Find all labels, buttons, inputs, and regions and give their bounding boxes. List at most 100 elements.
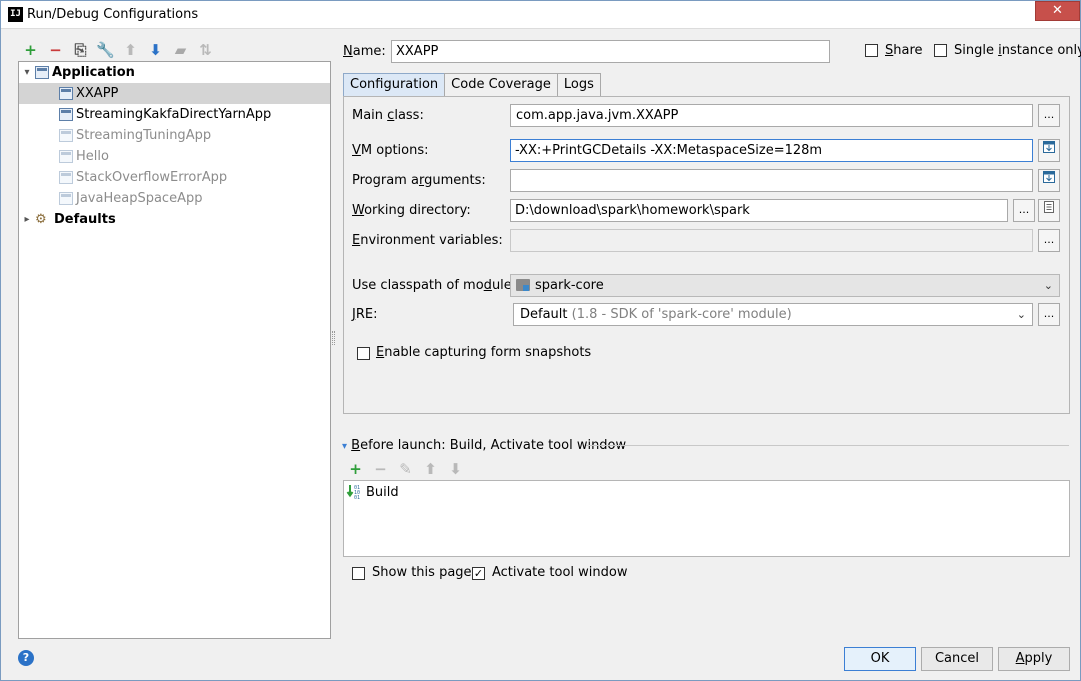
tree-item-hello[interactable]: Hello: [19, 146, 330, 167]
expand-editor-icon: [1043, 171, 1055, 183]
working-directory-label: Working directory:: [352, 203, 471, 218]
window-title: Run/Debug Configurations: [27, 7, 199, 22]
jre-label: JRE:: [352, 307, 378, 322]
before-launch-item-build[interactable]: 01 10 01 Build: [346, 483, 399, 501]
temporary-config-icon: [59, 192, 73, 205]
tree-item-streamingkakfadirectyarnapp[interactable]: StreamingKakfaDirectYarnApp: [19, 104, 330, 125]
tab-logs[interactable]: Logs: [556, 73, 601, 97]
activate-tool-window-label[interactable]: Activate tool window: [492, 565, 627, 580]
move-down-icon[interactable]: ⬇: [143, 39, 168, 61]
close-button[interactable]: ✕: [1035, 1, 1080, 21]
configurations-tree[interactable]: ▾ Application XXAPP StreamingKakfaDirect…: [18, 61, 331, 639]
tree-item-label: JavaHeapSpaceApp: [76, 191, 203, 206]
edit-icon[interactable]: ✎: [393, 458, 418, 480]
enable-snapshots-label[interactable]: Enable capturing form snapshots: [376, 345, 591, 360]
program-arguments-input[interactable]: [510, 169, 1033, 192]
jre-hint: (1.8 - SDK of 'spark-core' module): [571, 307, 792, 322]
config-tabs: Configuration Code Coverage Logs: [343, 73, 601, 97]
expand-arrow-icon[interactable]: ▾: [19, 67, 35, 78]
tree-node-application[interactable]: ▾ Application: [19, 62, 330, 83]
classpath-module-label: Use classpath of module:: [352, 278, 517, 293]
intellij-icon: IJ: [8, 7, 23, 22]
temporary-config-icon: [59, 129, 73, 142]
tab-configuration[interactable]: Configuration: [343, 73, 446, 97]
vm-options-input[interactable]: -XX:+PrintGCDetails -XX:MetaspaceSize=12…: [510, 139, 1033, 162]
single-instance-checkbox[interactable]: [934, 44, 947, 57]
main-class-input[interactable]: com.app.java.jvm.XXAPP: [510, 104, 1033, 127]
copy-icon[interactable]: ⎘: [68, 39, 93, 61]
module-badge-icon: [523, 285, 529, 291]
main-class-browse-button[interactable]: ...: [1038, 104, 1060, 127]
working-directory-browse-button[interactable]: ...: [1013, 199, 1035, 222]
move-up-icon[interactable]: ⬆: [118, 39, 143, 61]
expand-editor-icon: [1043, 141, 1055, 153]
application-config-icon: [59, 108, 73, 121]
apply-button[interactable]: Apply: [998, 647, 1070, 671]
working-directory-macro-button[interactable]: [1038, 199, 1060, 222]
show-this-page-checkbox[interactable]: [352, 567, 365, 580]
tree-item-javaheapspaceapp[interactable]: JavaHeapSpaceApp: [19, 188, 330, 209]
before-launch-toolbar: + − ✎ ⬆ ⬇: [343, 458, 468, 480]
add-icon[interactable]: +: [18, 39, 43, 61]
main-class-label: Main class:: [352, 108, 424, 123]
jre-browse-button[interactable]: ...: [1038, 303, 1060, 326]
tree-node-label: Application: [52, 65, 135, 80]
jre-select[interactable]: Default (1.8 - SDK of 'spark-core' modul…: [513, 303, 1033, 326]
build-icon: 01 10 01: [346, 484, 362, 501]
tree-item-streamingtuningapp[interactable]: StreamingTuningApp: [19, 125, 330, 146]
tab-code-coverage[interactable]: Code Coverage: [444, 73, 558, 97]
temporary-config-icon: [59, 171, 73, 184]
run-debug-configurations-dialog: IJ Run/Debug Configurations ✕ + − ⎘ 🔧 ⬆ ⬇ ▰ ⇅ ▾…: [0, 0, 1081, 681]
sort-icon[interactable]: ⇅: [193, 39, 218, 61]
enable-snapshots-checkbox[interactable]: [357, 347, 370, 360]
classpath-module-value: spark-core: [535, 278, 604, 293]
ok-button[interactable]: OK: [844, 647, 916, 671]
tree-item-stackoverflowerrorapp[interactable]: StackOverflowErrorApp: [19, 167, 330, 188]
splitter-handle[interactable]: [332, 331, 335, 345]
name-input[interactable]: XXAPP: [391, 40, 830, 63]
remove-icon[interactable]: −: [368, 458, 393, 480]
add-icon[interactable]: +: [343, 458, 368, 480]
tree-item-label: Hello: [76, 149, 109, 164]
collapse-arrow-icon: ▾: [342, 441, 348, 452]
environment-variables-browse-button[interactable]: ...: [1038, 229, 1060, 252]
environment-variables-input[interactable]: [510, 229, 1033, 252]
chevron-down-icon: ⌄: [1016, 308, 1026, 321]
move-up-icon[interactable]: ⬆: [418, 458, 443, 480]
before-launch-divider: [586, 445, 1069, 446]
tree-item-xxapp[interactable]: XXAPP: [19, 83, 330, 104]
remove-icon[interactable]: −: [43, 39, 68, 61]
tree-item-label: StreamingKakfaDirectYarnApp: [76, 107, 272, 122]
configurations-toolbar: + − ⎘ 🔧 ⬆ ⬇ ▰ ⇅: [18, 39, 218, 61]
working-directory-input[interactable]: D:\download\spark\homework\spark: [510, 199, 1008, 222]
tree-item-label: XXAPP: [76, 86, 119, 101]
temporary-config-icon: [59, 150, 73, 163]
before-launch-header[interactable]: ▾ Before launch: Build, Activate tool wi…: [342, 438, 626, 453]
before-launch-list[interactable]: 01 10 01 Build: [343, 480, 1070, 557]
tree-node-label: Defaults: [54, 212, 116, 227]
move-down-icon[interactable]: ⬇: [443, 458, 468, 480]
tree-node-defaults[interactable]: ▸ ⚙ Defaults: [19, 209, 330, 230]
share-label[interactable]: Share: [885, 43, 923, 58]
collapsed-arrow-icon[interactable]: ▸: [19, 214, 35, 225]
application-config-icon: [59, 87, 73, 100]
help-icon[interactable]: ?: [18, 650, 34, 666]
application-icon: [35, 66, 49, 79]
before-launch-item-label: Build: [366, 484, 399, 500]
program-arguments-expand-button[interactable]: [1038, 169, 1060, 192]
folder-icon[interactable]: ▰: [168, 39, 193, 61]
defaults-wrench-icon: ⚙: [35, 211, 47, 227]
vm-options-expand-button[interactable]: [1038, 139, 1060, 162]
single-instance-label[interactable]: Single instance only: [954, 43, 1081, 58]
svg-text:01: 01: [354, 495, 360, 500]
environment-variables-label: Environment variables:: [352, 233, 503, 248]
classpath-module-select[interactable]: spark-core ⌄: [510, 274, 1060, 297]
tree-item-label: StackOverflowErrorApp: [76, 170, 228, 185]
share-checkbox[interactable]: [865, 44, 878, 57]
cancel-button[interactable]: Cancel: [921, 647, 993, 671]
activate-tool-window-checkbox[interactable]: ✓: [472, 567, 485, 580]
tree-item-label: StreamingTuningApp: [76, 128, 212, 143]
edit-defaults-icon[interactable]: 🔧: [93, 39, 118, 61]
show-this-page-label[interactable]: Show this page: [372, 565, 472, 580]
jre-value: Default (1.8 - SDK of 'spark-core' modul…: [520, 307, 792, 322]
